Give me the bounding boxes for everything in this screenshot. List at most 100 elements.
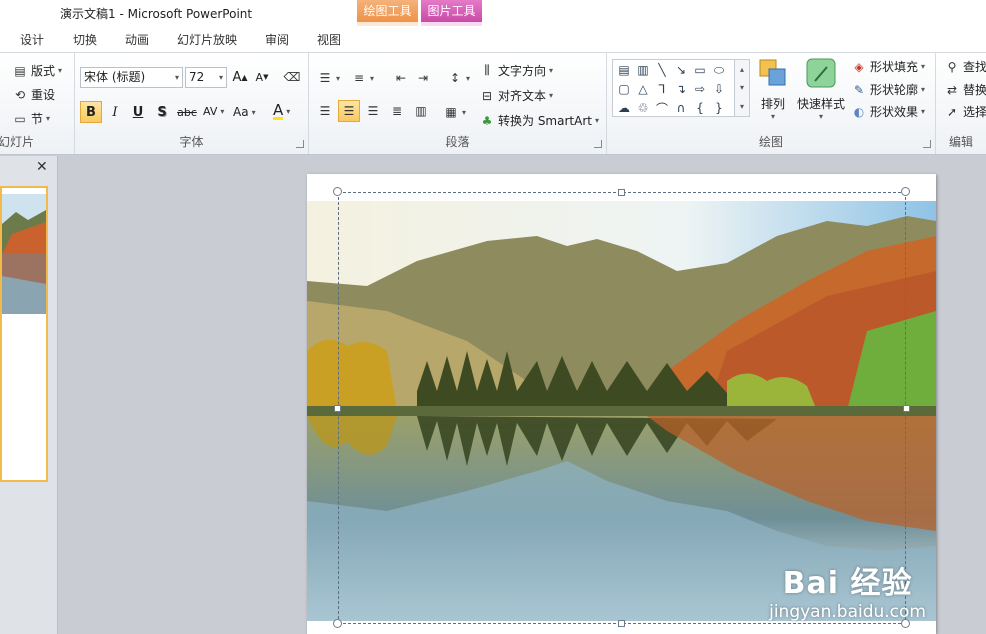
chevron-down-icon[interactable]: ▾: [740, 83, 744, 92]
chevron-down-icon: ▾: [251, 107, 256, 117]
resize-handle-right[interactable]: [903, 405, 910, 412]
slide-thumbnail-1[interactable]: [0, 186, 48, 482]
arrange-icon: [757, 57, 789, 89]
arrange-button[interactable]: 排列 ▾: [755, 57, 791, 121]
cloud-shape-icon[interactable]: ☁: [615, 99, 633, 117]
italic-button[interactable]: I: [104, 101, 126, 123]
chevron-up-icon[interactable]: ▴: [740, 65, 744, 74]
bold-button[interactable]: B: [80, 101, 102, 123]
underline-button[interactable]: U: [127, 101, 149, 123]
font-color-button[interactable]: A ▾: [273, 103, 290, 120]
columns-button[interactable]: ▦ ▾: [443, 104, 466, 120]
numbering-button[interactable]: ≡ ▾: [351, 70, 374, 86]
curve-shape-icon[interactable]: ⌒: [653, 99, 671, 117]
rectangle-shape-icon[interactable]: ▭: [691, 61, 709, 79]
reset-button[interactable]: ⟲ 重设: [12, 86, 55, 103]
shapes-gallery-scroll[interactable]: ▴ ▾ ▾: [734, 59, 750, 117]
shape-effects-button[interactable]: ◐ 形状效果 ▾: [851, 103, 925, 120]
quick-styles-icon: [805, 57, 837, 89]
increase-indent-button[interactable]: ⇥: [415, 70, 431, 86]
strikethrough-button[interactable]: abc: [176, 101, 198, 123]
shrink-font-button[interactable]: A ▼: [251, 66, 273, 88]
tab-animations[interactable]: 动画: [125, 31, 149, 48]
align-right-button[interactable]: ☰: [362, 100, 384, 122]
drawing-tools-header: 绘图工具: [357, 0, 418, 22]
paragraph-dialog-launcher-icon[interactable]: [594, 140, 602, 148]
text-direction-button[interactable]: ⫼ 文字方向 ▾: [479, 62, 553, 79]
resize-handle-top[interactable]: [618, 189, 625, 196]
bullets-button[interactable]: ☰ ▾: [317, 70, 340, 86]
chevron-down-icon: ▾: [218, 73, 223, 82]
shapes-gallery[interactable]: ▤ ▥ ╲ ↘ ▭ ⬭ ▢ △ ⅂ ↴ ⇨ ⇩ ☁ ♲ ⌒ ∩ { }: [612, 59, 740, 117]
effects-icon: ◐: [853, 104, 865, 119]
chevron-down-icon: ▾: [46, 114, 51, 123]
rounded-rect-shape-icon[interactable]: ▢: [615, 80, 633, 98]
distribute-button[interactable]: ▥: [410, 100, 432, 122]
section-button[interactable]: ▭ 节 ▾: [12, 110, 50, 127]
line-spacing-button[interactable]: ↕ ▾: [447, 70, 470, 86]
recycle-shape-icon[interactable]: ♲: [634, 99, 652, 117]
quick-styles-button[interactable]: 快速样式 ▾: [795, 57, 847, 121]
drawing-dialog-launcher-icon[interactable]: [923, 140, 931, 148]
convert-smartart-button[interactable]: ♣ 转换为 SmartArt ▾: [479, 112, 599, 129]
select-button[interactable]: ➚ 选择: [944, 103, 986, 120]
triangle-shape-icon[interactable]: △: [634, 80, 652, 98]
window-title: 演示文稿1 - Microsoft PowerPoint: [60, 7, 253, 21]
shape-fill-button[interactable]: ◈ 形状填充 ▾: [851, 58, 925, 75]
close-icon[interactable]: ✕: [36, 159, 48, 175]
line-shape-icon[interactable]: ╲: [653, 61, 671, 79]
smartart-icon: ♣: [481, 113, 493, 128]
clear-formatting-button[interactable]: ⌫: [281, 66, 303, 88]
align-text-button[interactable]: ⊟ 对齐文本 ▾: [479, 87, 553, 104]
align-center-button[interactable]: ☰: [338, 100, 360, 122]
tab-view[interactable]: 视图: [317, 31, 341, 48]
vertical-textbox-shape-icon[interactable]: ▥: [634, 61, 652, 79]
slide[interactable]: Bai 经验 jingyan.baidu.com: [307, 174, 936, 634]
resize-handle-top-left[interactable]: [333, 187, 342, 196]
thumbnail-image: [2, 194, 46, 314]
tab-transitions[interactable]: 切换: [73, 31, 97, 48]
textbox-shape-icon[interactable]: ▤: [615, 61, 633, 79]
align-center-icon: ☰: [343, 104, 355, 118]
replace-button[interactable]: ⇄ 替换: [944, 81, 986, 98]
layout-button[interactable]: ▤ 版式 ▾: [12, 62, 62, 79]
right-brace-shape-icon[interactable]: }: [710, 99, 728, 117]
decrease-indent-button[interactable]: ⇤: [393, 70, 409, 86]
resize-handle-left[interactable]: [334, 405, 341, 412]
outdent-icon: ⇤: [395, 71, 407, 85]
justify-icon: ≣: [391, 104, 403, 118]
shape-outline-button[interactable]: ✎ 形状轮廓 ▾: [851, 81, 925, 98]
resize-handle-bottom-left[interactable]: [333, 619, 342, 628]
chevron-down-icon: ▾: [594, 116, 599, 125]
picture-tools-header: 图片工具: [421, 0, 482, 22]
font-size-select[interactable]: 72 ▾: [185, 67, 227, 88]
font-name-select[interactable]: 宋体 (标题) ▾: [80, 67, 183, 88]
resize-handle-bottom[interactable]: [618, 620, 625, 627]
elbow-arrow-shape-icon[interactable]: ↴: [672, 80, 690, 98]
layout-icon: ▤: [14, 63, 26, 78]
tab-review[interactable]: 审阅: [265, 31, 289, 48]
arc-shape-icon[interactable]: ∩: [672, 99, 690, 117]
oval-shape-icon[interactable]: ⬭: [710, 61, 728, 79]
drawing-group: ▤ ▥ ╲ ↘ ▭ ⬭ ▢ △ ⅂ ↴ ⇨ ⇩ ☁ ♲ ⌒ ∩ { } ▴ ▾ …: [607, 53, 936, 154]
tab-design[interactable]: 设计: [20, 31, 44, 48]
character-spacing-button[interactable]: AV ▾: [203, 105, 224, 118]
justify-button[interactable]: ≣: [386, 100, 408, 122]
slides-panel: ✕: [0, 156, 58, 634]
left-brace-shape-icon[interactable]: {: [691, 99, 709, 117]
font-dialog-launcher-icon[interactable]: [296, 140, 304, 148]
align-left-icon: ☰: [319, 104, 331, 118]
tab-slideshow[interactable]: 幻灯片放映: [177, 31, 237, 48]
shadow-button[interactable]: S: [151, 101, 173, 123]
down-arrow-shape-icon[interactable]: ⇩: [710, 80, 728, 98]
right-arrow-shape-icon[interactable]: ⇨: [691, 80, 709, 98]
grow-font-button[interactable]: A ▲: [229, 66, 251, 88]
elbow-connector-shape-icon[interactable]: ⅂: [653, 80, 671, 98]
gallery-more-icon[interactable]: ▾: [740, 102, 744, 111]
change-case-button[interactable]: Aa ▾: [233, 105, 256, 119]
font-group-label: 字体: [179, 135, 204, 149]
find-button[interactable]: ⚲ 查找: [944, 58, 986, 75]
arrow-line-shape-icon[interactable]: ↘: [672, 61, 690, 79]
align-left-button[interactable]: ☰: [314, 100, 336, 122]
resize-handle-top-right[interactable]: [901, 187, 910, 196]
